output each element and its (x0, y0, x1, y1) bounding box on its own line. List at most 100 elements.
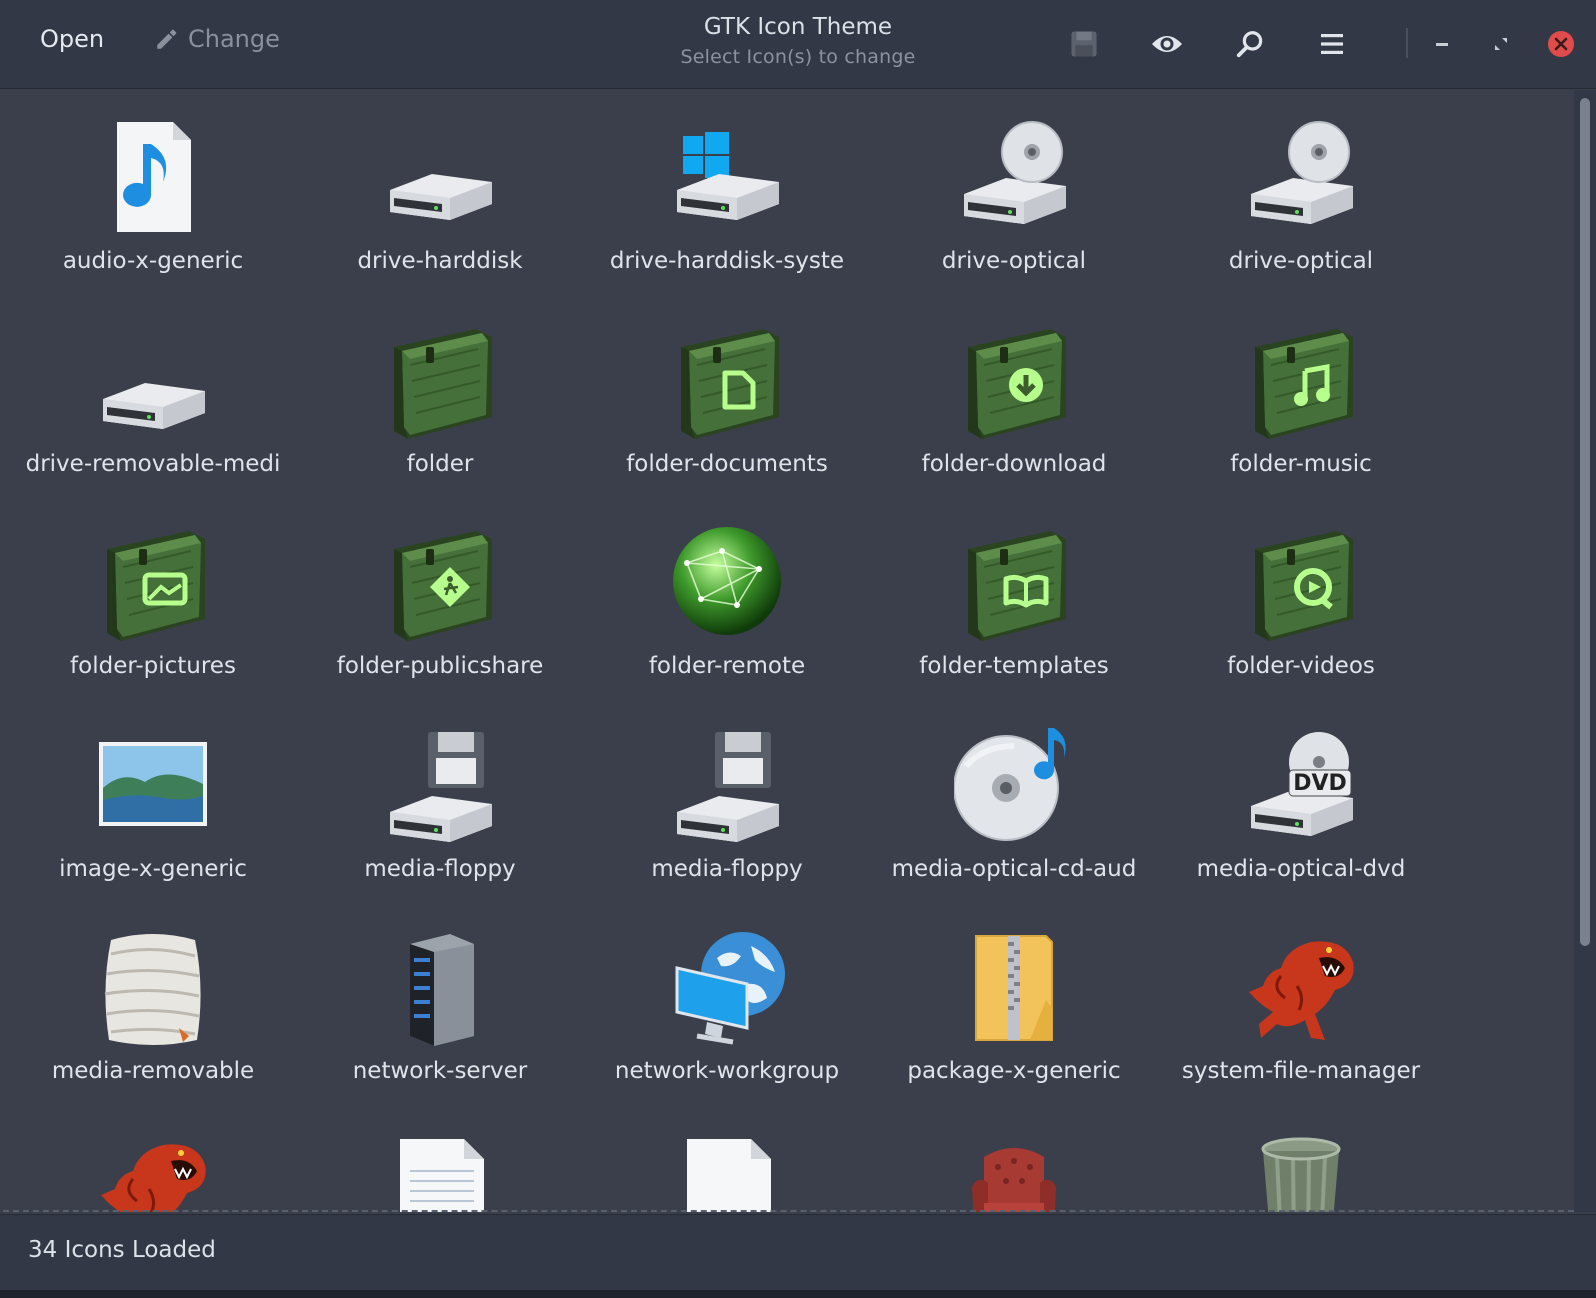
icon-item-label: folder-videos (1227, 653, 1375, 679)
icon-item[interactable]: folder-music (1155, 297, 1447, 503)
red-creature-icon (101, 1143, 206, 1212)
icon-item-label: network-workgroup (614, 1058, 840, 1084)
icon-item-label: image-x-generic (59, 855, 247, 882)
icon-item[interactable] (7, 1107, 299, 1212)
icon-item[interactable]: media-removable (7, 904, 299, 1110)
window-bottom-edge (0, 1290, 1596, 1298)
icon-item[interactable]: drive-harddisk-syste (581, 94, 873, 300)
icon-item-label: drive-removable-medi (25, 450, 281, 477)
mummy-icon (104, 934, 201, 1045)
change-button[interactable]: Change (154, 25, 280, 53)
icon-item[interactable]: folder-remote (581, 499, 873, 705)
save-icon[interactable] (1064, 24, 1104, 64)
icon-item-label: folder-publicshare (336, 653, 544, 679)
audio-file-icon (117, 122, 191, 232)
icon-item[interactable]: folder-download (868, 297, 1160, 503)
harddisk-small-icon (103, 382, 205, 429)
cd-audio-icon (954, 727, 1066, 841)
search-icon[interactable] (1230, 24, 1270, 64)
grid-bottom-border (3, 1210, 1574, 1212)
landscape-image-icon (99, 741, 207, 826)
folder-templates-icon (968, 531, 1066, 641)
icon-item[interactable] (1155, 1107, 1447, 1212)
optical-drive-icon (1251, 121, 1353, 224)
icon-item-label: drive-optical (941, 248, 1087, 274)
icon-item-label: media-floppy (364, 855, 516, 882)
icon-item-label: media-removable (51, 1058, 255, 1084)
icon-item[interactable]: media-floppy (294, 702, 586, 908)
icon-item[interactable]: network-server (294, 904, 586, 1110)
open-button-label: Open (40, 25, 105, 53)
icon-item[interactable] (294, 1107, 586, 1212)
icon-item-label: folder-templates (919, 653, 1109, 679)
svg-text:DVD: DVD (1293, 771, 1347, 796)
icon-item-label: drive-optical (1228, 248, 1374, 274)
folder-pictures-icon (107, 531, 205, 641)
icon-item[interactable]: drive-harddisk (294, 94, 586, 300)
icon-item-label: package-x-generic (907, 1058, 1121, 1084)
vertical-scrollbar[interactable] (1574, 90, 1596, 1212)
menu-icon[interactable] (1312, 24, 1352, 64)
dvd-drive-icon: DVD (1251, 731, 1353, 836)
icon-item[interactable] (581, 1107, 873, 1212)
server-tower-icon (410, 934, 474, 1046)
icon-grid-view[interactable]: audio-x-generic drive-harddisk drive-har… (3, 90, 1574, 1212)
icon-item[interactable]: system-file-manager (1155, 904, 1447, 1110)
folder-videos-icon (1255, 531, 1353, 641)
icon-item-label: folder-remote (648, 653, 806, 679)
icon-item[interactable]: network-workgroup (581, 904, 873, 1110)
icon-item[interactable]: package-x-generic (868, 904, 1160, 1110)
folder-publicshare-icon (394, 531, 492, 641)
icon-item[interactable]: folder-pictures (7, 499, 299, 705)
icon-item[interactable]: drive-optical (868, 94, 1160, 300)
icon-item-label: media-optical-cd-aud (891, 855, 1137, 882)
icon-item-label: folder-pictures (70, 653, 236, 679)
icon-item[interactable] (868, 1107, 1160, 1212)
icon-item[interactable]: drive-removable-medi (7, 297, 299, 503)
red-armchair-icon (972, 1147, 1056, 1212)
icon-item-label: drive-harddisk (357, 248, 523, 274)
icon-item-label: folder-download (921, 450, 1107, 477)
minimize-icon[interactable] (1422, 24, 1462, 64)
harddisk-icon (390, 174, 492, 220)
icon-item[interactable]: folder-documents (581, 297, 873, 503)
icon-item[interactable]: media-optical-cd-aud (868, 702, 1160, 908)
app-window: Open Change GTK Icon Theme Select Icon(s… (0, 0, 1596, 1298)
optical-drive-icon (964, 121, 1066, 224)
zip-folder-icon (975, 935, 1053, 1041)
status-bar: 34 Icons Loaded (0, 1214, 1596, 1291)
harddisk-system-icon (677, 132, 779, 220)
icon-item-label: folder (406, 450, 474, 477)
close-icon[interactable] (1541, 24, 1581, 64)
folder-documents-icon (681, 328, 779, 439)
icon-item[interactable]: folder-publicshare (294, 499, 586, 705)
icon-item-label: drive-harddisk-syste (609, 248, 845, 274)
icon-item-label: media-optical-dvd (1196, 855, 1406, 882)
icon-item-label: system-file-manager (1181, 1058, 1421, 1084)
header-bar: Open Change GTK Icon Theme Select Icon(s… (0, 0, 1596, 89)
folder-download-icon (968, 328, 1066, 439)
icon-item[interactable]: media-floppy (581, 702, 873, 908)
icon-item[interactable]: DVD media-optical-dvd (1155, 702, 1447, 908)
floppy-drive-icon (677, 731, 779, 842)
icon-item[interactable]: folder-templates (868, 499, 1160, 705)
pencil-icon (157, 29, 177, 49)
restore-icon[interactable] (1481, 24, 1521, 64)
icon-item[interactable]: audio-x-generic (7, 94, 299, 300)
folder-icon (394, 328, 492, 439)
icon-item-label: media-floppy (651, 855, 803, 882)
eye-icon[interactable] (1147, 24, 1187, 64)
icon-item[interactable]: folder-videos (1155, 499, 1447, 705)
text-document-icon (400, 1138, 484, 1212)
blank-document-icon (687, 1138, 771, 1212)
open-button[interactable]: Open (40, 25, 104, 53)
change-button-label: Change (188, 25, 280, 53)
icon-item[interactable]: folder (294, 297, 586, 503)
trash-can-icon (1261, 1137, 1341, 1212)
icon-item-label: network-server (352, 1058, 528, 1084)
icon-item-label: audio-x-generic (62, 248, 244, 274)
icon-item[interactable]: image-x-generic (7, 702, 299, 908)
scrollbar-thumb[interactable] (1580, 98, 1590, 946)
icon-item[interactable]: drive-optical (1155, 94, 1447, 300)
icon-item-label: folder-music (1230, 450, 1372, 477)
